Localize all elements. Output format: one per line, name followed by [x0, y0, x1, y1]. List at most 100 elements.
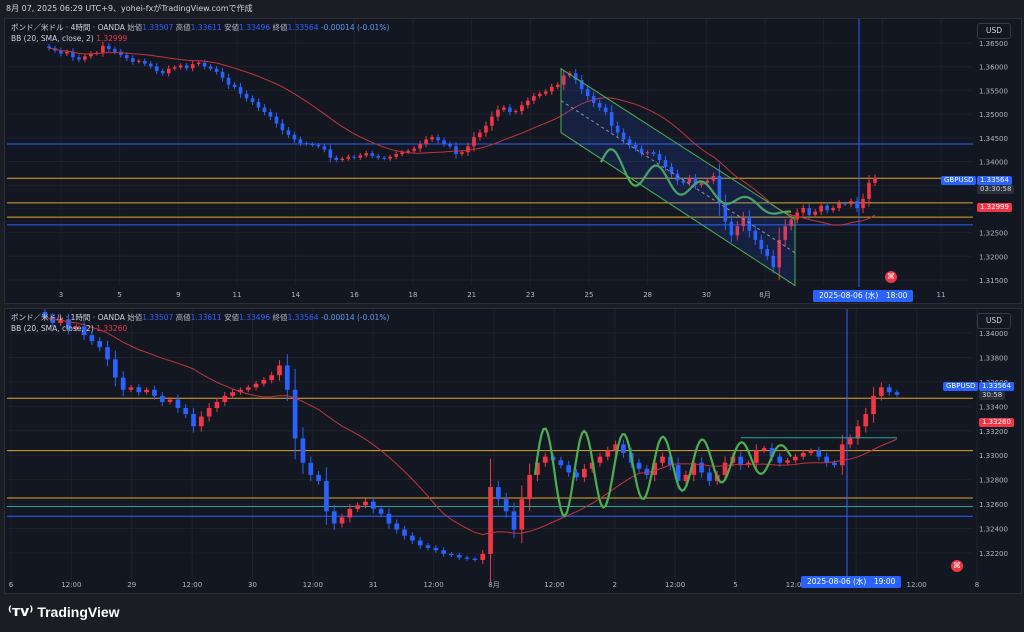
candle-body [160, 70, 165, 74]
symbol-price-label: GBPUSD [943, 382, 979, 391]
y-tick-label: 1.32800 [979, 477, 1008, 485]
candle-body [358, 155, 363, 158]
candle-body [412, 148, 416, 151]
x-tick-label: 8月 [759, 291, 770, 299]
last-price-tag: 1.33564 [977, 176, 1012, 185]
candle-body [472, 558, 478, 560]
candle-body [206, 408, 212, 417]
candle-body [346, 156, 351, 159]
x-tick-label: 23 [526, 291, 535, 299]
y-tick-label: 1.34500 [979, 135, 1008, 143]
x-tick-label: 12:00 [907, 581, 927, 589]
candle-body [191, 414, 196, 427]
tradingview-wordmark: TradingView [37, 604, 120, 620]
candle-body [636, 462, 642, 469]
candle-body [542, 456, 548, 463]
x-tick-label: 31 [369, 581, 378, 589]
candle-body [269, 375, 275, 381]
candle-body [339, 517, 345, 524]
candle-body [347, 508, 353, 518]
candle-body [480, 553, 486, 560]
candle-body [286, 130, 291, 135]
candle-body [89, 335, 95, 342]
y-tick-label: 1.33200 [979, 428, 1008, 436]
candle-body [855, 426, 861, 439]
candle-body [460, 152, 464, 155]
close-label: 終値 [272, 23, 288, 32]
candle-body [761, 448, 767, 451]
chart-pane-1h[interactable]: 6 12:00 29 12:00 30 12:00 31 12:00 8月 12:00 2 12:00… [4, 308, 1022, 594]
symbol-title[interactable]: ポンド／米ドル · 1時間 · OANDA [11, 313, 125, 322]
candle-body [464, 557, 470, 559]
candle-body [855, 201, 859, 208]
candle-body [831, 207, 835, 211]
candle-body [442, 140, 446, 145]
candle-body [417, 540, 423, 546]
tradingview-logo[interactable]: ⁽ᴛᴠ⁾ TradingView [8, 603, 120, 621]
bb-indicator-label[interactable]: BB (20, SMA, close, 2) [11, 324, 94, 333]
high-value: 1.33611 [190, 313, 222, 322]
chart-canvas-4h[interactable]: 3591114161821232528308月47111.365001.3600… [5, 19, 1021, 303]
candle-body [441, 550, 446, 554]
candle-body [378, 508, 384, 514]
tv-badge-icon[interactable]: ⌘ [951, 560, 963, 572]
candle-body [304, 143, 309, 145]
x-tick-label: 8月 [488, 581, 499, 589]
candle-body [202, 62, 207, 67]
candle-body [308, 462, 314, 475]
x-tick-label: 9 [176, 291, 180, 299]
crosshair-date-tag: 2025-08-06 (水) 18:00 [813, 290, 914, 302]
candle-body [511, 511, 517, 530]
candle-body [879, 387, 884, 396]
high-value: 1.33611 [190, 23, 222, 32]
candle-body [316, 144, 321, 147]
tv-badge-icon[interactable]: ⌘ [885, 271, 897, 283]
candle-body [430, 137, 434, 140]
open-value: 1.33507 [142, 313, 174, 322]
candle-body [496, 487, 501, 500]
candle-body [159, 395, 165, 402]
currency-button[interactable]: USD [977, 23, 1011, 39]
candle-body [800, 453, 806, 457]
chart-canvas-1h[interactable]: 6 12:00 29 12:00 30 12:00 31 12:00 8月 12:00 2 12:00… [5, 309, 1021, 593]
candle-body [837, 203, 841, 208]
candle-body [843, 203, 847, 205]
symbol-title[interactable]: ポンド／米ドル · 4時間 · OANDA [11, 23, 125, 32]
chart-pane-4h[interactable]: 3591114161821232528308月47111.365001.3600… [4, 18, 1022, 304]
candle-body [503, 499, 509, 512]
wave-drawing [533, 427, 792, 518]
candle-body [183, 408, 189, 415]
y-tick-label: 1.34000 [979, 159, 1008, 167]
candle-body [142, 60, 147, 64]
x-tick-label: 16 [350, 291, 359, 299]
candle-body [113, 49, 117, 52]
candle-body [410, 535, 415, 541]
candle-body [448, 144, 452, 147]
y-tick-label: 1.33800 [979, 354, 1008, 362]
candle-body [328, 149, 333, 158]
candle-body [825, 205, 829, 211]
x-tick-label: 12:00 [303, 581, 323, 589]
bb-price-tag: 1.32999 [977, 203, 1012, 212]
candle-body [538, 93, 542, 97]
candle-body [867, 182, 871, 199]
candle-body [292, 134, 297, 140]
candle-body [449, 553, 454, 556]
open-value: 1.33507 [142, 23, 174, 32]
x-tick-label: 5 [117, 291, 121, 299]
bb-indicator-value: 1.32999 [96, 34, 128, 43]
high-label: 高値 [175, 313, 191, 322]
low-label: 安値 [224, 23, 240, 32]
currency-button[interactable]: USD [977, 313, 1011, 329]
candle-body [484, 125, 488, 133]
candle-body [707, 472, 712, 481]
candle-body [65, 51, 69, 54]
bb-indicator-label[interactable]: BB (20, SMA, close, 2) [11, 34, 94, 43]
candle-body [847, 438, 853, 445]
candle-body [388, 156, 392, 159]
candle-body [832, 462, 837, 466]
candle-body [496, 109, 500, 117]
x-tick-label: 12:00 [665, 581, 685, 589]
candle-body [549, 86, 554, 92]
candle-body [172, 67, 177, 69]
